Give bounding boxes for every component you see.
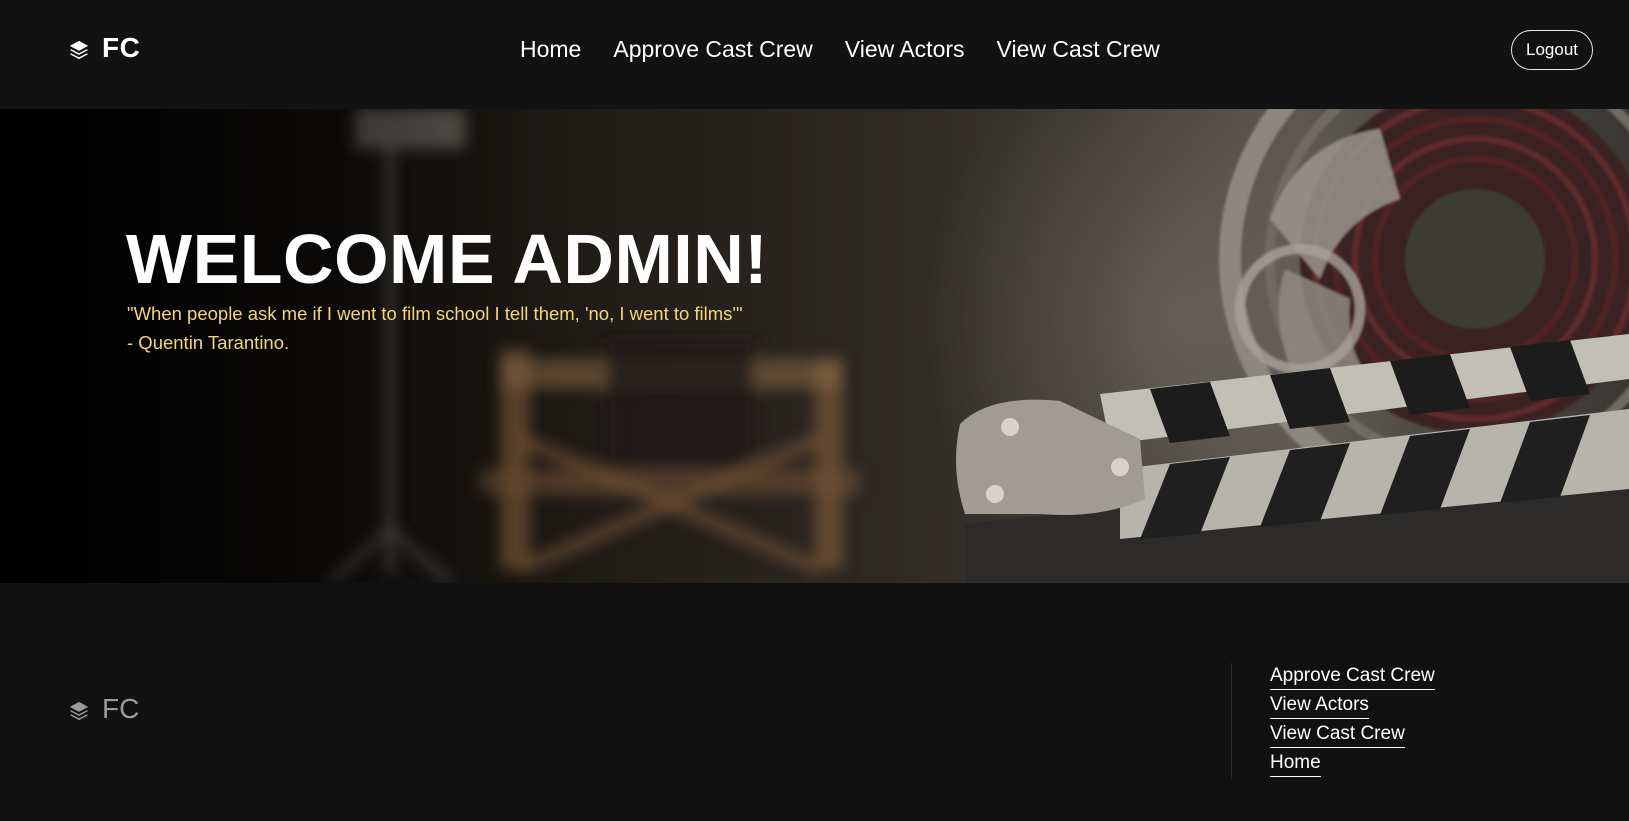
brand-logo-link[interactable]: FC [68,32,140,64]
footer-nav: Approve Cast Crew View Actors View Cast … [1270,663,1435,779]
brand-text: FC [102,32,141,63]
nav-link-home[interactable]: Home [520,33,581,65]
quote-author: - Quentin Tarantino. [127,332,290,353]
layers-icon [68,697,90,722]
hero-quote: "When people ask me if I went to film sc… [127,299,743,357]
footer-brand-link[interactable]: FC [68,693,139,725]
footer-brand-text: FC [102,693,140,724]
nav-link-approve-cast-crew[interactable]: Approve Cast Crew [613,33,812,65]
quote-text: "When people ask me if I went to film sc… [127,303,743,324]
nav-link-view-actors[interactable]: View Actors [845,33,965,65]
footer-link-approve-cast-crew[interactable]: Approve Cast Crew [1270,663,1435,690]
site-header: FC Home Approve Cast Crew View Actors Vi… [0,0,1629,109]
footer-link-view-actors[interactable]: View Actors [1270,692,1369,719]
footer-divider [1231,663,1232,779]
site-footer: FC Approve Cast Crew View Actors View Ca… [0,583,1629,821]
logout-button[interactable]: Logout [1511,30,1593,70]
footer-link-view-cast-crew[interactable]: View Cast Crew [1270,721,1405,748]
nav-link-view-cast-crew[interactable]: View Cast Crew [997,33,1160,65]
welcome-heading: WELCOME ADMIN! [126,220,769,298]
main-nav: Home Approve Cast Crew View Actors View … [520,33,1160,65]
layers-icon [68,35,90,61]
footer-link-home[interactable]: Home [1270,750,1321,777]
hero-banner: WELCOME ADMIN! "When people ask me if I … [0,109,1629,583]
